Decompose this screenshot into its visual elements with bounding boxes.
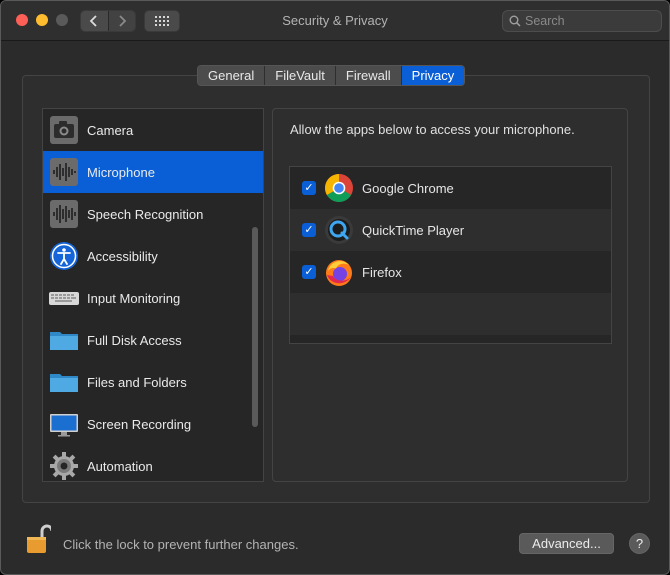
app-checkbox[interactable]: ✓ (302, 181, 316, 195)
sidebar-item-label: Screen Recording (87, 416, 192, 432)
sidebar-item-camera[interactable]: Camera (43, 109, 263, 151)
tab-general[interactable]: General (198, 66, 265, 85)
sidebar-item-label: Files and Folders (87, 374, 187, 390)
sidebar-item-accessibility[interactable]: Accessibility (43, 235, 263, 277)
accessibility-icon (48, 240, 80, 272)
firefox-icon (326, 260, 352, 286)
help-button[interactable]: ? (629, 533, 650, 554)
app-name: Firefox (362, 264, 402, 280)
privacy-category-list: Camera Microphone Speech Recognition Acc… (42, 108, 264, 482)
security-privacy-window: Security & Privacy General FileVault Fir… (0, 0, 670, 575)
search-input[interactable] (525, 14, 655, 28)
empty-row (290, 293, 611, 335)
lock-status-text: Click the lock to prevent further change… (63, 537, 299, 552)
display-icon (48, 408, 80, 440)
app-row-google-chrome: ✓ Google Chrome (290, 167, 611, 209)
gear-icon (48, 450, 80, 481)
sidebar-item-screen-recording[interactable]: Screen Recording (43, 403, 263, 445)
sidebar-item-label: Automation (87, 458, 153, 474)
microphone-icon (48, 156, 80, 188)
sidebar-item-label: Accessibility (87, 248, 158, 264)
app-checkbox[interactable]: ✓ (302, 265, 316, 279)
sidebar-item-files-and-folders[interactable]: Files and Folders (43, 361, 263, 403)
app-list: ✓ Google Chrome ✓ QuickTime Player ✓ Fir… (289, 166, 612, 344)
folder-icon (48, 366, 80, 398)
tab-filevault[interactable]: FileVault (264, 66, 335, 85)
sidebar-item-label: Full Disk Access (87, 332, 182, 348)
sidebar-item-input-monitoring[interactable]: Input Monitoring (43, 277, 263, 319)
chrome-icon (325, 174, 353, 202)
tab-bar: General FileVault Firewall Privacy (197, 65, 466, 86)
tab-firewall[interactable]: Firewall (334, 66, 401, 85)
app-name: Google Chrome (362, 180, 454, 196)
panel-description: Allow the apps below to access your micr… (290, 122, 575, 137)
quicktime-icon (325, 216, 353, 244)
sidebar-item-full-disk-access[interactable]: Full Disk Access (43, 319, 263, 361)
folder-icon (48, 324, 80, 356)
sidebar-item-label: Speech Recognition (87, 206, 204, 222)
speech-recognition-icon (48, 198, 80, 230)
app-name: QuickTime Player (362, 222, 465, 238)
keyboard-icon (48, 282, 80, 314)
sidebar-item-label: Microphone (87, 164, 155, 180)
search-icon (509, 15, 521, 27)
sidebar-item-speech-recognition[interactable]: Speech Recognition (43, 193, 263, 235)
lock-open-icon[interactable] (25, 523, 51, 555)
sidebar-item-label: Input Monitoring (87, 290, 181, 306)
app-checkbox[interactable]: ✓ (302, 223, 316, 237)
camera-icon (48, 114, 80, 146)
app-row-quicktime-player: ✓ QuickTime Player (290, 209, 611, 251)
sidebar-item-microphone[interactable]: Microphone (43, 151, 263, 193)
title-bar: Security & Privacy (1, 1, 669, 41)
sidebar-item-automation[interactable]: Automation (43, 445, 263, 481)
sidebar-item-label: Camera (87, 122, 134, 138)
search-field[interactable] (502, 10, 662, 32)
advanced-button[interactable]: Advanced... (519, 533, 614, 554)
list-scrollbar[interactable] (252, 227, 258, 427)
app-row-firefox: ✓ Firefox (290, 251, 611, 293)
tab-privacy[interactable]: Privacy (400, 66, 465, 85)
